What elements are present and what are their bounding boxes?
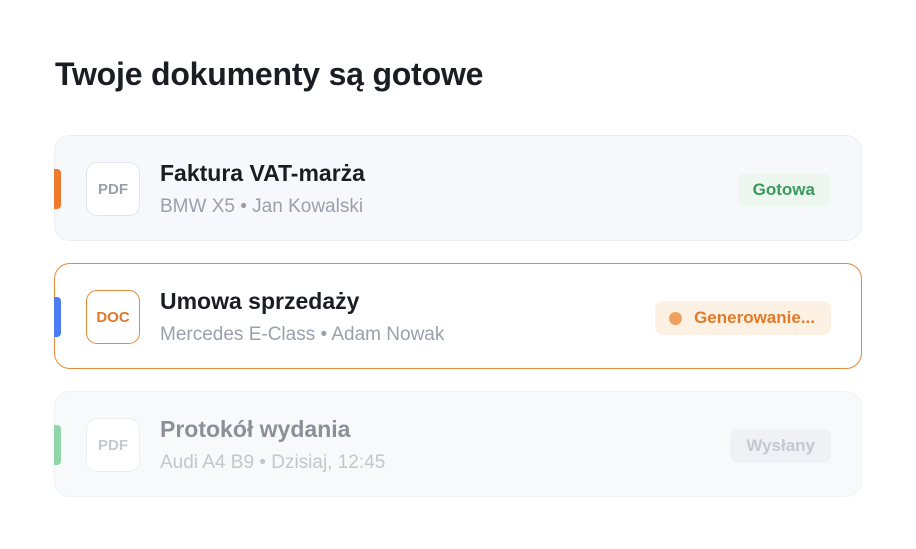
document-card-protocol[interactable]: PDF Protokół wydania Audi A4 B9 • Dzisia… bbox=[54, 391, 862, 497]
status-badge: Gotowa bbox=[736, 173, 831, 207]
document-subtitle: BMW X5 • Jan Kowalski bbox=[160, 196, 364, 217]
documents-panel: Twoje dokumenty są gotowe PDF Faktura VA… bbox=[0, 0, 916, 549]
status-label: Generowanie... bbox=[694, 308, 815, 327]
document-card-invoice[interactable]: PDF Faktura VAT-marża BMW X5 • Jan Kowal… bbox=[54, 135, 862, 241]
card-accent-bar bbox=[54, 425, 61, 465]
document-title: Umowa sprzedaży bbox=[160, 288, 360, 314]
document-subtitle: Mercedes E-Class • Adam Nowak bbox=[160, 324, 445, 345]
status-label: Wysłany bbox=[746, 436, 815, 455]
pdf-file-icon: PDF bbox=[86, 162, 140, 216]
progress-dot-icon bbox=[669, 311, 683, 325]
status-badge: Wysłany bbox=[730, 429, 831, 463]
document-title: Faktura VAT-marża bbox=[160, 160, 365, 186]
status-badge: Generowanie... bbox=[655, 301, 831, 335]
document-subtitle: Audi A4 B9 • Dzisiaj, 12:45 bbox=[160, 452, 386, 473]
page-title: Twoje dokumenty są gotowe bbox=[55, 56, 484, 92]
pdf-file-icon: PDF bbox=[86, 418, 140, 472]
card-accent-bar bbox=[54, 297, 61, 337]
doc-file-icon: DOC bbox=[86, 290, 140, 344]
document-title: Protokół wydania bbox=[160, 416, 351, 442]
status-label: Gotowa bbox=[752, 180, 815, 199]
document-card-contract[interactable]: DOC Umowa sprzedaży Mercedes E-Class • A… bbox=[54, 263, 862, 369]
card-accent-bar bbox=[54, 169, 61, 209]
